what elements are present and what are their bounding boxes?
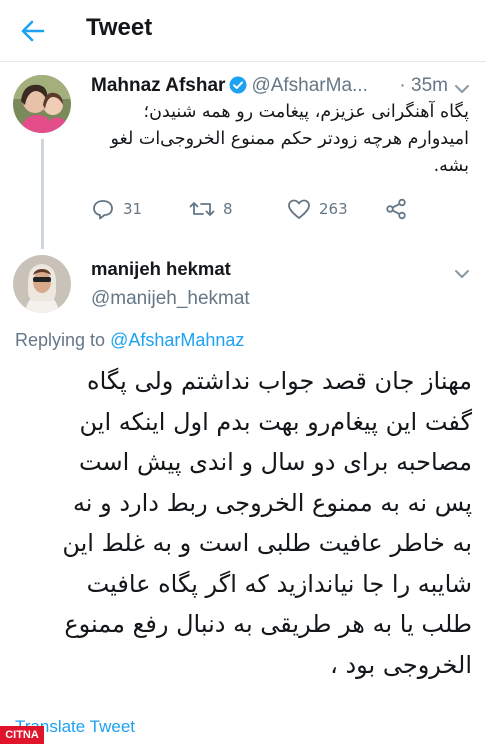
share-icon (386, 198, 406, 220)
like-button[interactable]: 263 (287, 198, 348, 220)
tweet-text-line: پگاه آهنگرانی عزیزم، پیغامت رو همه شنیدن… (143, 102, 469, 122)
retweet-button[interactable]: 8 (189, 198, 233, 220)
author-name[interactable]: Mahnaz Afshar (91, 75, 225, 96)
tweet-text-line: مصاحبه برای دو سال و اندی پیش است (78, 448, 472, 476)
like-count: 263 (319, 200, 348, 218)
chevron-down-icon (455, 85, 469, 93)
tweet-timestamp[interactable]: · 35m (399, 75, 448, 97)
thread-line (41, 139, 44, 249)
reply-count: 31 (123, 200, 143, 218)
back-arrow-icon (21, 20, 45, 42)
chevron-down-icon (455, 270, 469, 278)
tweet-text: مهناز جان قصد جواب نداشتم ولی پگاه گفت ا… (14, 361, 472, 685)
retweet-count: 8 (223, 200, 233, 218)
focused-tweet: manijeh hekmat @manijeh_hekmat Replying … (0, 245, 486, 744)
avatar[interactable] (13, 75, 71, 133)
replying-to: Replying to @AfsharMahnaz (15, 330, 244, 351)
author-handle[interactable]: @manijeh_hekmat (91, 288, 250, 310)
tweet-text-line: پس نه به ممنوع الخروجی ربط دارد و نه (72, 488, 472, 517)
tweet-text: پگاه آهنگرانی عزیزم، پیغامت رو همه شنیدن… (91, 99, 469, 180)
tweet-text-line: گفت این پیغام‌رو بهت بدم اول اینکه این (79, 407, 472, 436)
tweet-text-line: بشه. (433, 156, 469, 176)
like-icon (288, 199, 310, 219)
reply-icon (93, 200, 113, 220)
verified-badge-icon (229, 76, 247, 99)
parent-tweet[interactable]: Mahnaz Afshar @AfsharMa... · 35m پگاه آهن… (0, 63, 486, 249)
retweet-icon (189, 202, 215, 216)
replying-to-handle-link[interactable]: @AfsharMahnaz (110, 330, 244, 350)
tweet-text-line: طلب یا به هر طریقی به دنبال رفع ممنوع (64, 610, 472, 638)
author-handle[interactable]: @AfsharMa... (251, 75, 367, 96)
back-button[interactable] (18, 16, 48, 46)
tweet-text-line: شایبه را جا نیاندازید که اگر پگاه عافیت (86, 569, 472, 598)
author-name[interactable]: manijeh hekmat (91, 258, 231, 280)
reply-button[interactable]: 31 (91, 198, 142, 220)
avatar[interactable] (13, 255, 71, 313)
share-button[interactable] (385, 198, 407, 220)
replying-to-label: Replying to (15, 330, 106, 350)
watermark-logo: CITNA (0, 726, 44, 744)
tweet-text-line: به خاطر عافیت طلبی است و به غلط این (62, 529, 472, 557)
tweet-actions: 31 8 263 (91, 198, 421, 224)
tweet-menu-button[interactable] (454, 265, 470, 278)
parent-tweet-header: Mahnaz Afshar @AfsharMa... · 35m (91, 75, 486, 101)
tweet-text-line: الخروجی بود ، (330, 650, 472, 679)
page-title: Tweet (86, 14, 153, 41)
tweet-text-line: امیدوارم هرچه زودتر حکم ممنوع الخروجی‌ات… (110, 129, 469, 149)
tweet-text-line: مهناز جان قصد جواب نداشتم ولی پگاه (87, 367, 472, 395)
tweet-menu-button[interactable] (454, 80, 470, 93)
top-bar: Tweet (0, 0, 486, 62)
